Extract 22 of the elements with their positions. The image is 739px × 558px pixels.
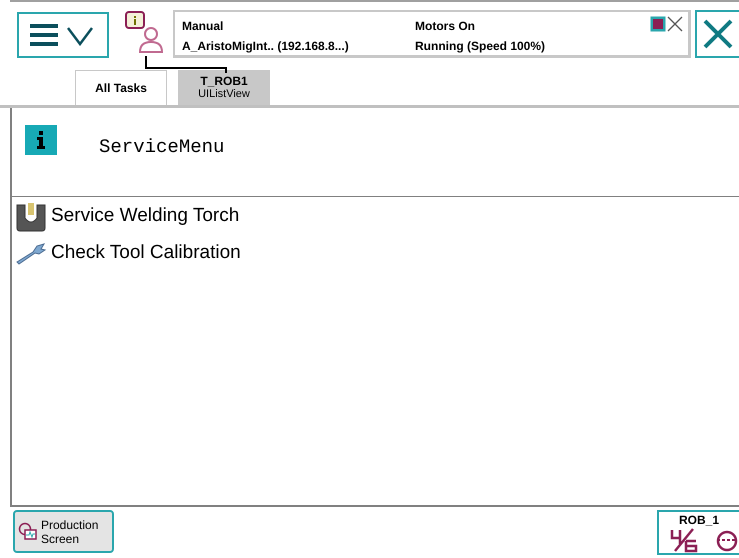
task-tab[interactable]: All Tasks — [75, 70, 167, 105]
close-icon — [666, 16, 684, 32]
task-tab[interactable]: T_ROB1 UIListView — [178, 70, 270, 105]
close-icon — [702, 18, 734, 50]
controller-name: A_AristoMigInt.. (192.168.8...) — [182, 38, 350, 55]
menu-button[interactable] — [17, 12, 109, 58]
screen-icon — [18, 522, 38, 542]
increment-icon — [669, 527, 699, 553]
info-icon — [25, 125, 57, 155]
view-title: ServiceMenu — [99, 135, 224, 160]
motor-state: Motors On — [415, 18, 475, 35]
menu-item[interactable]: Check Tool Calibration — [12, 238, 739, 269]
menu-item[interactable]: Service Welding Torch — [12, 201, 739, 232]
robot-unit-button[interactable]: ROB_1 — [657, 510, 739, 555]
torch-icon — [15, 202, 47, 232]
production-screen-button[interactable]: Production Screen — [13, 510, 114, 553]
operating-mode: Manual — [182, 18, 224, 35]
status-icon — [650, 16, 666, 32]
status-panel[interactable]: Manual Motors On A_AristoMigInt.. (192.168.8...) Running (Speed 100%) — [173, 10, 691, 58]
program-state: Running (Speed 100%) — [415, 38, 546, 55]
close-button[interactable] — [695, 10, 739, 58]
wrench-icon — [15, 242, 47, 266]
